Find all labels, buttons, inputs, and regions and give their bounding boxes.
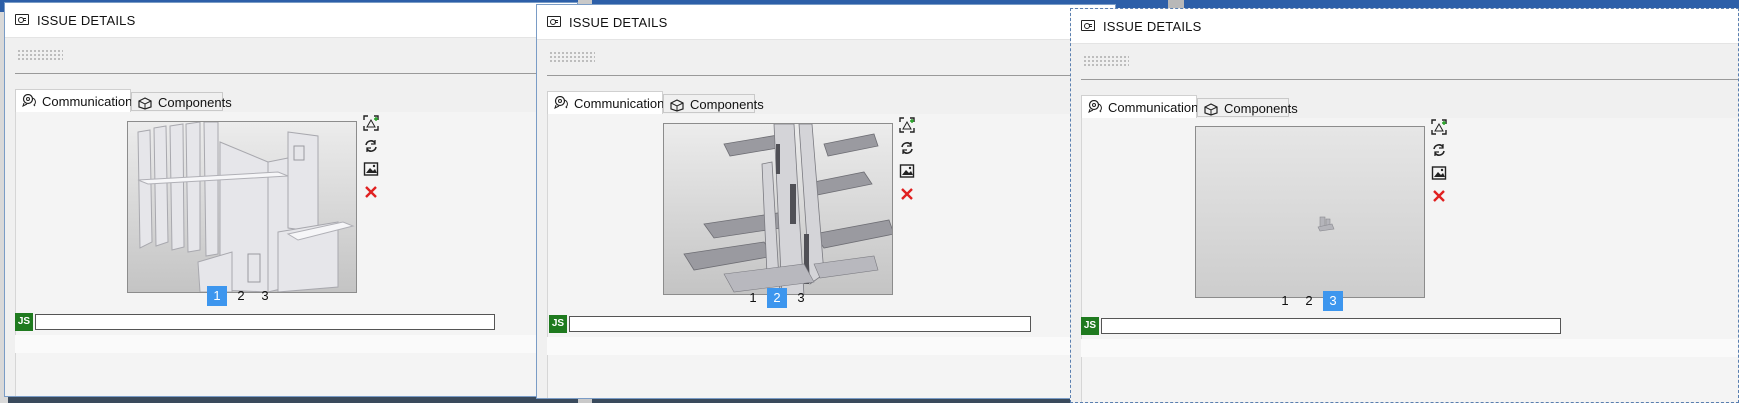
page-2-button[interactable]: 2 bbox=[1299, 291, 1319, 311]
page-3-button[interactable]: 3 bbox=[791, 288, 811, 308]
window-title: ISSUE DETAILS bbox=[569, 15, 668, 30]
tab-label: Components bbox=[690, 97, 764, 112]
page-2-button[interactable]: 2 bbox=[767, 288, 787, 308]
capture-view-icon[interactable] bbox=[899, 117, 915, 133]
window-title: ISSUE DETAILS bbox=[37, 13, 136, 28]
snapshot-pager: 1 2 3 bbox=[1275, 291, 1355, 311]
issue-details-window: ISSUE DETAILS ✕ ⌃ ⌄ Communication Compon… bbox=[536, 4, 1116, 399]
model-view-plates bbox=[683, 124, 892, 294]
page-1-button[interactable]: 1 bbox=[1275, 291, 1295, 311]
comment-input[interactable] bbox=[35, 314, 495, 330]
page-1-button[interactable]: 1 bbox=[743, 288, 763, 308]
image-icon[interactable] bbox=[363, 161, 379, 177]
tab-communication[interactable]: Communication bbox=[547, 91, 665, 114]
capture-view-icon[interactable] bbox=[363, 115, 379, 131]
snapshot-image[interactable] bbox=[663, 123, 893, 295]
delete-icon[interactable] bbox=[899, 186, 915, 202]
image-icon[interactable] bbox=[1431, 165, 1447, 181]
page-1-button[interactable]: 1 bbox=[207, 286, 227, 306]
refresh-icon[interactable] bbox=[1431, 142, 1447, 158]
tab-label: Components bbox=[1224, 101, 1298, 116]
title-bar[interactable]: ISSUE DETAILS bbox=[1071, 9, 1738, 44]
refresh-icon[interactable] bbox=[363, 138, 379, 154]
delete-icon[interactable] bbox=[363, 184, 379, 200]
delete-icon[interactable] bbox=[1431, 188, 1447, 204]
page-2-button[interactable]: 2 bbox=[231, 286, 251, 306]
issue-card-icon bbox=[1081, 20, 1095, 31]
avatar: JS bbox=[549, 315, 567, 333]
tab-components[interactable]: Components bbox=[1197, 98, 1298, 117]
tab-label: Communication bbox=[1108, 100, 1199, 115]
comment-list-area bbox=[15, 335, 557, 353]
tab-components[interactable]: Components bbox=[663, 94, 764, 113]
capture-view-icon[interactable] bbox=[1431, 119, 1447, 135]
avatar: JS bbox=[15, 313, 33, 331]
chat-bubbles-icon bbox=[554, 96, 568, 109]
image-icon[interactable] bbox=[899, 163, 915, 179]
component-cube-icon bbox=[138, 97, 152, 110]
tab-components[interactable]: Components bbox=[131, 92, 232, 111]
divider bbox=[1081, 79, 1738, 80]
tab-communication[interactable]: Communication bbox=[1081, 95, 1199, 118]
comment-list-area bbox=[547, 337, 1095, 355]
snapshot-image[interactable] bbox=[1195, 126, 1425, 298]
component-cube-icon bbox=[670, 99, 684, 112]
issue-card-icon bbox=[547, 16, 561, 27]
comment-list-area bbox=[1081, 339, 1738, 357]
tab-communication[interactable]: Communication bbox=[15, 89, 133, 112]
chat-bubbles-icon bbox=[1088, 100, 1102, 113]
title-bar[interactable]: ISSUE DETAILS ✕ bbox=[5, 3, 577, 38]
snapshot-pager: 1 2 3 bbox=[743, 288, 823, 308]
model-view-walls bbox=[137, 122, 355, 292]
model-view-zoomed-out bbox=[1317, 216, 1335, 232]
issue-details-window: ISSUE DETAILS Communication Components 1 bbox=[1070, 8, 1739, 403]
tab-label: Communication bbox=[574, 96, 665, 111]
issue-details-window: ISSUE DETAILS ✕ ⌃ ⌄ Communication Compon… bbox=[4, 2, 578, 397]
tab-label: Components bbox=[158, 95, 232, 110]
drag-handle[interactable] bbox=[17, 49, 63, 61]
page-3-button[interactable]: 3 bbox=[1323, 291, 1343, 311]
comment-input[interactable] bbox=[1101, 318, 1561, 334]
drag-handle[interactable] bbox=[1083, 55, 1129, 67]
divider bbox=[547, 75, 1093, 76]
chat-bubbles-icon bbox=[22, 94, 36, 107]
tab-label: Communication bbox=[42, 94, 133, 109]
issue-card-icon bbox=[15, 14, 29, 25]
window-title: ISSUE DETAILS bbox=[1103, 19, 1202, 34]
drag-handle[interactable] bbox=[549, 51, 595, 63]
component-cube-icon bbox=[1204, 103, 1218, 116]
refresh-icon[interactable] bbox=[899, 140, 915, 156]
title-bar[interactable]: ISSUE DETAILS ✕ bbox=[537, 5, 1115, 40]
page-3-button[interactable]: 3 bbox=[255, 286, 275, 306]
comment-input[interactable] bbox=[569, 316, 1031, 332]
divider bbox=[15, 73, 555, 74]
snapshot-pager: 1 2 3 bbox=[207, 286, 287, 306]
snapshot-image[interactable] bbox=[127, 121, 357, 293]
avatar: JS bbox=[1081, 317, 1099, 335]
